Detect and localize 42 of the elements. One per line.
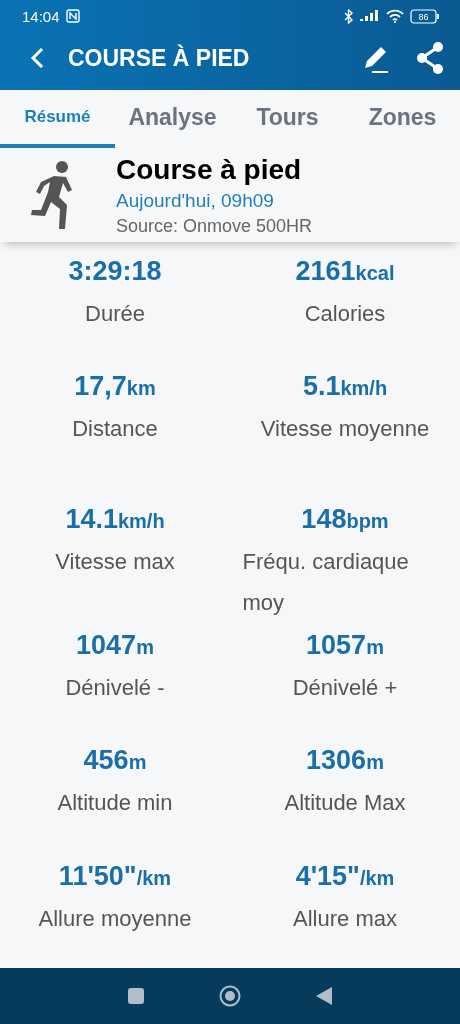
stat-label: Fréqu. cardiaque moy xyxy=(242,547,410,617)
nfc-icon xyxy=(65,9,80,23)
stat-value: 3:29:18 xyxy=(68,256,162,287)
stat-label: Dénivelé + xyxy=(292,674,398,702)
home-icon[interactable] xyxy=(219,985,241,1007)
stat-value: 1306m xyxy=(306,745,384,777)
activity-date: Aujourd'hui, 09h09 xyxy=(116,189,275,212)
stat-label: Allure max xyxy=(293,904,397,933)
status-time: 14:04 xyxy=(22,7,60,25)
stat-value: 14.1km/h xyxy=(65,503,165,535)
stat-value: 1057m xyxy=(306,630,384,661)
battery-icon: 86 xyxy=(410,8,440,24)
screen-title: COURSE À PIED xyxy=(68,44,251,72)
stat-label: Dénivelé - xyxy=(65,674,165,702)
bluetooth-icon xyxy=(344,8,354,24)
stat-value: 5.1km/h xyxy=(302,371,388,403)
stat-label: Altitude min xyxy=(57,789,173,818)
stat-label: Distance xyxy=(72,415,158,444)
stat-value: 1047m xyxy=(76,630,154,661)
stat-value: 148bpm xyxy=(301,503,389,535)
back-nav-icon[interactable] xyxy=(316,987,333,1005)
stat-label: Altitude Max xyxy=(284,789,406,818)
back-icon[interactable] xyxy=(30,47,44,69)
activity-source: Source: Onmove 500HR xyxy=(116,215,313,237)
tab[interactable]: Zones xyxy=(345,90,460,148)
stat-label: Durée xyxy=(85,300,145,328)
activity-title: Course à pied xyxy=(116,153,303,186)
signal-icon xyxy=(360,9,380,23)
stat-value: 2161kcal xyxy=(295,256,395,287)
stat-value: 456m xyxy=(83,745,147,777)
tab[interactable]: Tours xyxy=(230,90,345,148)
stat-value: 4'15"/km xyxy=(295,860,395,892)
tab[interactable]: Analyse xyxy=(115,90,230,148)
wifi-icon xyxy=(386,9,404,23)
recent-apps-icon[interactable] xyxy=(127,988,144,1004)
stat-label: Allure moyenne xyxy=(38,904,192,933)
stat-value: 17,7km xyxy=(74,371,156,403)
stat-label: Vitesse moyenne xyxy=(260,415,430,444)
share-icon[interactable] xyxy=(416,42,444,74)
stat-label: Calories xyxy=(304,300,386,328)
stat-label: Vitesse max xyxy=(55,547,175,576)
stat-value: 11'50"/km xyxy=(58,860,172,892)
